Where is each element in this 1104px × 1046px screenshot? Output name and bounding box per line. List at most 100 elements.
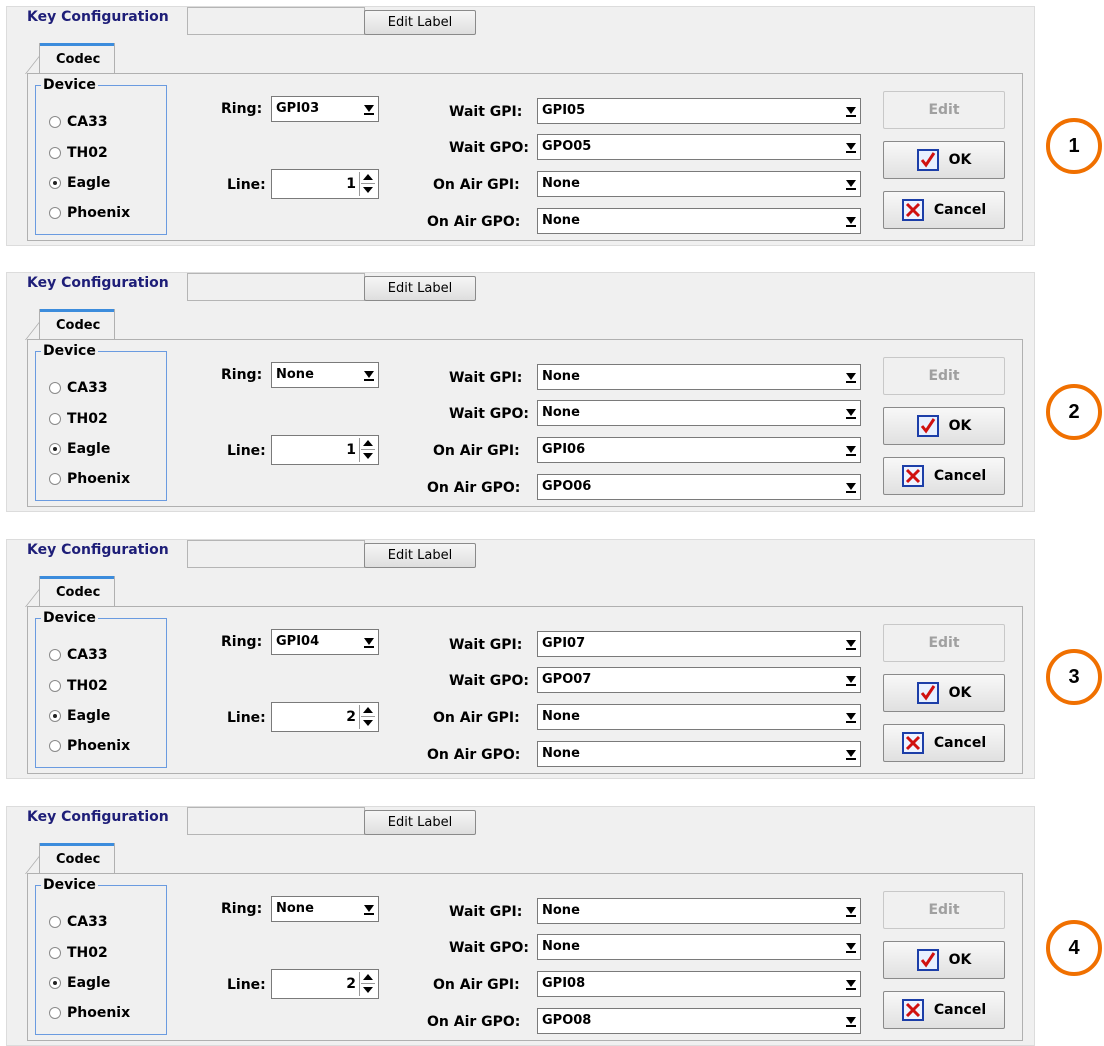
spinner-buttons[interactable]: [359, 172, 376, 196]
line-spinner[interactable]: 2: [271, 969, 379, 999]
cancel-button[interactable]: Cancel: [883, 191, 1005, 229]
ok-button-label: OK: [948, 685, 972, 701]
wait-gpi-select[interactable]: GPI07: [537, 631, 861, 657]
on-air-gpi-select[interactable]: None: [537, 704, 861, 730]
label-input[interactable]: [187, 273, 365, 301]
edit-label-button[interactable]: Edit Label: [364, 543, 476, 568]
radio-th02[interactable]: TH02: [49, 678, 108, 694]
spinner-buttons[interactable]: [359, 972, 376, 996]
edit-button[interactable]: Edit: [883, 91, 1005, 129]
radio-th02[interactable]: TH02: [49, 145, 108, 161]
spin-down-icon[interactable]: [363, 987, 373, 993]
ok-button-label: OK: [948, 418, 972, 434]
dropdown-underline: [846, 491, 856, 493]
wait-gpo-select[interactable]: None: [537, 400, 861, 426]
edit-label-button[interactable]: Edit Label: [364, 810, 476, 835]
edit-button[interactable]: Edit: [883, 357, 1005, 395]
line-spinner[interactable]: 2: [271, 702, 379, 732]
ring-select[interactable]: None: [271, 896, 379, 922]
edit-label-button[interactable]: Edit Label: [364, 10, 476, 35]
radio-label: Eagle: [67, 175, 111, 191]
edit-button[interactable]: Edit: [883, 891, 1005, 929]
chevron-down-icon: [364, 371, 374, 378]
ring-value: None: [276, 367, 314, 382]
ok-button[interactable]: OK: [883, 407, 1005, 445]
ring-select[interactable]: None: [271, 362, 379, 388]
spinner-buttons[interactable]: [359, 438, 376, 462]
spin-up-icon[interactable]: [363, 440, 373, 446]
radio-th02[interactable]: TH02: [49, 411, 108, 427]
radio-eagle[interactable]: Eagle: [49, 975, 110, 991]
label-input[interactable]: [187, 807, 365, 835]
ok-button[interactable]: OK: [883, 674, 1005, 712]
on-air-gpi-select[interactable]: None: [537, 171, 861, 197]
tab-codec[interactable]: Codec: [39, 309, 115, 339]
ok-button[interactable]: OK: [883, 941, 1005, 979]
chevron-down-icon: [846, 980, 856, 987]
wait-gpi-select[interactable]: None: [537, 898, 861, 924]
chevron-down-icon: [846, 373, 856, 380]
wait-gpo-select[interactable]: GPO07: [537, 667, 861, 693]
ring-select[interactable]: GPI04: [271, 629, 379, 655]
dropdown-underline: [846, 988, 856, 990]
spin-down-icon[interactable]: [363, 187, 373, 193]
tab-content: [27, 606, 1023, 774]
radio-ca33[interactable]: CA33: [49, 914, 108, 930]
spin-up-icon[interactable]: [363, 974, 373, 980]
radio-ca33[interactable]: CA33: [49, 380, 108, 396]
on-air-gpo-select[interactable]: GPO06: [537, 474, 861, 500]
radio-th02[interactable]: TH02: [49, 945, 108, 961]
spin-up-icon[interactable]: [363, 707, 373, 713]
on-air-gpi-select[interactable]: GPI06: [537, 437, 861, 463]
radio-phoenix[interactable]: Phoenix: [49, 738, 130, 754]
line-spinner[interactable]: 1: [271, 169, 379, 199]
wait-gpo-select[interactable]: None: [537, 934, 861, 960]
radio-ca33[interactable]: CA33: [49, 647, 108, 663]
ring-value: GPI04: [276, 634, 320, 649]
edit-button[interactable]: Edit: [883, 624, 1005, 662]
on-air-gpi-label: On Air GPI:: [433, 177, 520, 193]
tab-codec[interactable]: Codec: [39, 576, 115, 606]
on-air-gpo-select[interactable]: None: [537, 741, 861, 767]
label-input[interactable]: [187, 540, 365, 568]
tab-codec[interactable]: Codec: [39, 43, 115, 73]
wait-gpi-label: Wait GPI:: [449, 904, 523, 920]
wait-gpo-select[interactable]: GPO05: [537, 134, 861, 160]
radio-eagle[interactable]: Eagle: [49, 708, 110, 724]
radio-ca33[interactable]: CA33: [49, 114, 108, 130]
ring-select[interactable]: GPI03: [271, 96, 379, 122]
tab-content: [27, 873, 1023, 1041]
spin-divider: [361, 716, 375, 717]
on-air-gpo-select[interactable]: None: [537, 208, 861, 234]
dropdown-underline: [846, 188, 856, 190]
panel-title: Key Configuration: [27, 809, 169, 825]
radio-phoenix[interactable]: Phoenix: [49, 471, 130, 487]
spin-down-icon[interactable]: [363, 720, 373, 726]
ok-button[interactable]: OK: [883, 141, 1005, 179]
radio-eagle[interactable]: Eagle: [49, 175, 110, 191]
wait-gpi-select[interactable]: GPI05: [537, 98, 861, 124]
tab-codec-label: Codec: [56, 318, 101, 333]
chevron-down-icon: [846, 180, 856, 187]
radio-eagle[interactable]: Eagle: [49, 441, 110, 457]
edit-label-button[interactable]: Edit Label: [364, 276, 476, 301]
label-input[interactable]: [187, 7, 365, 35]
chevron-down-icon: [846, 640, 856, 647]
line-spinner[interactable]: 1: [271, 435, 379, 465]
cancel-button[interactable]: Cancel: [883, 724, 1005, 762]
radio-phoenix[interactable]: Phoenix: [49, 205, 130, 221]
on-air-gpi-select[interactable]: GPI08: [537, 971, 861, 997]
spin-up-icon[interactable]: [363, 174, 373, 180]
spin-down-icon[interactable]: [363, 453, 373, 459]
radio-dot: [49, 947, 61, 959]
spinner-buttons[interactable]: [359, 705, 376, 729]
cancel-button[interactable]: Cancel: [883, 991, 1005, 1029]
on-air-gpo-select[interactable]: GPO08: [537, 1008, 861, 1034]
cancel-button[interactable]: Cancel: [883, 457, 1005, 495]
tab-codec[interactable]: Codec: [39, 843, 115, 873]
radio-dot: [49, 977, 61, 989]
radio-phoenix[interactable]: Phoenix: [49, 1005, 130, 1021]
line-value: 2: [346, 709, 356, 725]
spin-divider: [361, 983, 375, 984]
wait-gpi-select[interactable]: None: [537, 364, 861, 390]
